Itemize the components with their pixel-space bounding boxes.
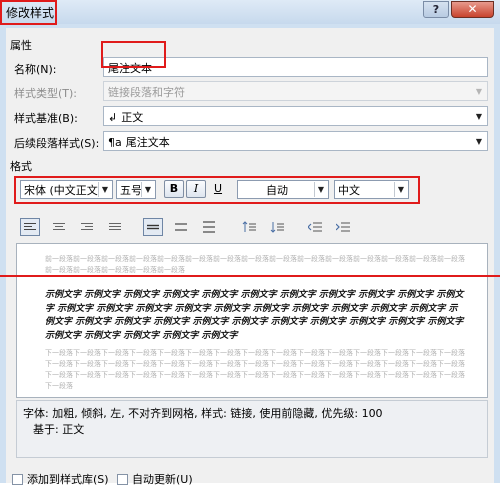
style-preview: 前一段落前一段落前一段落前一段落前一段落前一段落前一段落前一段落前一段落前一段落…: [16, 243, 488, 398]
paragraph-return-icon: ↲: [108, 111, 118, 124]
name-highlight-box: [101, 41, 166, 68]
title-highlight-box: [0, 0, 57, 25]
double-spacing-icon[interactable]: [199, 218, 219, 236]
align-right-icon[interactable]: [77, 218, 97, 236]
chevron-down-icon: ▼: [141, 182, 154, 197]
font-value: 宋体 (中文正文): [24, 184, 103, 197]
font-select[interactable]: 宋体 (中文正文) ▼: [20, 180, 113, 199]
space-after-icon[interactable]: [267, 218, 287, 236]
font-color-select[interactable]: 自动 ▼: [237, 180, 329, 199]
chevron-down-icon: ▼: [475, 136, 483, 146]
style-type-select[interactable]: 链接段落和字符 ▼: [103, 81, 488, 101]
help-button[interactable]: ?: [423, 1, 449, 18]
name-label: 名称(N):: [14, 63, 57, 76]
style-description: 字体: 加粗, 倾斜, 左, 不对齐到网格, 样式: 链接, 使用前隐藏, 优先…: [16, 400, 488, 458]
align-center-icon[interactable]: [49, 218, 69, 236]
next-style-label: 后续段落样式(S):: [14, 137, 100, 150]
preview-next-paragraph: 下一段落下一段落下一段落下一段落下一段落下一段落下一段落下一段落下一段落下一段落…: [45, 349, 465, 390]
space-before-icon[interactable]: [239, 218, 259, 236]
annotation-line: [0, 275, 500, 277]
based-on-label: 样式基准(B):: [14, 112, 78, 125]
font-size-value: 五号: [120, 184, 142, 197]
bold-button[interactable]: B: [164, 180, 184, 198]
align-left-icon[interactable]: [20, 218, 40, 236]
next-style-select[interactable]: ¶a 尾注文本 ▼: [103, 131, 488, 151]
properties-header: 属性: [10, 39, 32, 52]
modify-style-dialog: 修改样式 ? ✕ 属性 名称(N): 尾注文本 样式类型(T): 链接段落和字符…: [0, 0, 500, 486]
auto-update-checkbox[interactable]: 自动更新(U): [117, 471, 193, 487]
chevron-down-icon: ▼: [98, 182, 111, 197]
style-type-label: 样式类型(T):: [14, 87, 78, 100]
single-spacing-icon[interactable]: [143, 218, 163, 236]
decrease-indent-icon[interactable]: [305, 218, 325, 236]
add-to-gallery-label: 添加到样式库(S): [27, 473, 109, 486]
style-type-value: 链接段落和字符: [108, 86, 185, 99]
chevron-down-icon: ▼: [475, 86, 483, 96]
chevron-down-icon: ▼: [314, 182, 327, 197]
description-line-1: 字体: 加粗, 倾斜, 左, 不对齐到网格, 样式: 链接, 使用前隐藏, 优先…: [23, 407, 383, 420]
close-button[interactable]: ✕: [451, 1, 494, 18]
based-on-select[interactable]: ↲ 正文 ▼: [103, 106, 488, 126]
description-line-2: 基于: 正文: [33, 423, 85, 436]
justify-icon[interactable]: [105, 218, 125, 236]
based-on-value: 正文: [121, 111, 144, 124]
next-style-value: 尾注文本: [125, 136, 170, 149]
increase-indent-icon[interactable]: [333, 218, 353, 236]
font-color-value: 自动: [266, 184, 288, 197]
line-spacing-1-5-icon[interactable]: [171, 218, 191, 236]
auto-update-label: 自动更新(U): [132, 473, 193, 486]
font-size-select[interactable]: 五号 ▼: [116, 180, 156, 199]
script-value: 中文: [338, 184, 360, 197]
chevron-down-icon: ▼: [475, 111, 483, 121]
chevron-down-icon: ▼: [394, 182, 407, 197]
title-bar: 修改样式 ? ✕: [0, 0, 500, 24]
preview-previous-paragraph: 前一段落前一段落前一段落前一段落前一段落前一段落前一段落前一段落前一段落前一段落…: [45, 255, 465, 274]
linked-style-icon: ¶a: [108, 136, 122, 149]
underline-button[interactable]: U: [208, 180, 228, 198]
italic-button[interactable]: I: [186, 180, 206, 198]
add-to-gallery-checkbox[interactable]: 添加到样式库(S): [12, 471, 109, 487]
format-header: 格式: [10, 160, 32, 173]
script-select[interactable]: 中文 ▼: [334, 180, 409, 199]
preview-sample-text: 示例文字 示例文字 示例文字 示例文字 示例文字 示例文字 示例文字 示例文字 …: [45, 290, 464, 341]
